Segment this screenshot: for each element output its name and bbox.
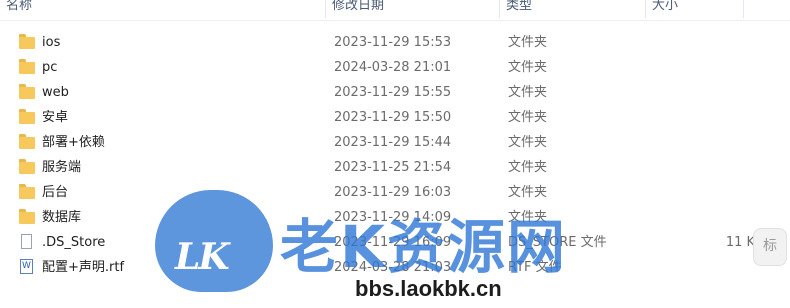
file-type: RTF 文件 <box>508 260 562 275</box>
file-icon <box>18 234 36 250</box>
file-row[interactable]: ios 2023-11-29 15:53 文件夹 <box>0 30 790 55</box>
folder-icon <box>18 209 36 225</box>
file-size <box>650 180 764 205</box>
file-type: DS_STORE 文件 <box>508 235 607 250</box>
folder-icon <box>18 134 36 150</box>
file-icon-cell <box>18 230 36 255</box>
file-name: .DS_Store <box>42 235 106 250</box>
file-modified-date: 2023-11-29 15:44 <box>334 135 452 150</box>
file-modified-date: 2023-11-25 21:54 <box>334 160 452 175</box>
file-type: 文件夹 <box>508 35 548 50</box>
file-name: ios <box>42 35 61 50</box>
file-modified-date: 2023-11-29 15:50 <box>334 110 452 125</box>
file-row[interactable]: 安卓 2023-11-29 15:50 文件夹 <box>0 105 790 130</box>
file-size <box>650 155 764 180</box>
rtf-document-icon <box>18 259 36 275</box>
file-type: 文件夹 <box>508 210 548 225</box>
file-modified-date: 2023-11-29 14:09 <box>334 210 452 225</box>
edge-button[interactable]: 标 <box>753 228 787 266</box>
folder-icon <box>18 34 36 50</box>
file-name: 后台 <box>42 185 69 200</box>
file-type: 文件夹 <box>508 185 548 200</box>
file-type: 文件夹 <box>508 110 548 125</box>
file-icon-cell <box>18 205 36 230</box>
folder-icon <box>18 184 36 200</box>
file-type: 文件夹 <box>508 60 548 75</box>
file-modified-date: 2023-11-29 16:03 <box>334 185 452 200</box>
column-header-size[interactable]: 大小 <box>646 0 744 18</box>
file-row[interactable]: .DS_Store 2023-11-29 16:09 DS_STORE 文件 11 K… <box>0 230 790 255</box>
column-header-name[interactable]: 名称 <box>0 0 326 18</box>
folder-icon <box>18 59 36 75</box>
file-name: 服务端 <box>42 160 82 175</box>
file-modified-date: 2023-11-29 15:55 <box>334 85 452 100</box>
folder-icon <box>18 109 36 125</box>
file-modified-date: 2023-11-29 16:09 <box>334 235 452 250</box>
file-list: ios 2023-11-29 15:53 文件夹 pc 2024-03-28 21:01… <box>0 30 790 280</box>
file-row[interactable]: 后台 2023-11-29 16:03 文件夹 <box>0 180 790 205</box>
file-size <box>650 255 764 280</box>
column-header-date[interactable]: 修改日期 <box>326 0 500 18</box>
file-row[interactable]: 数据库 2023-11-29 14:09 文件夹 <box>0 205 790 230</box>
file-name: 安卓 <box>42 110 69 125</box>
file-name: 部署+依赖 <box>42 135 105 150</box>
file-row[interactable]: pc 2024-03-28 21:01 文件夹 <box>0 55 790 80</box>
file-name: pc <box>42 60 58 75</box>
file-row[interactable]: 服务端 2023-11-25 21:54 文件夹 <box>0 155 790 180</box>
file-row[interactable]: 部署+依赖 2023-11-29 15:44 文件夹 <box>0 130 790 155</box>
file-icon-cell <box>18 30 36 55</box>
file-size <box>650 105 764 130</box>
file-icon-cell <box>18 55 36 80</box>
file-type: 文件夹 <box>508 135 548 150</box>
folder-icon <box>18 159 36 175</box>
file-size <box>650 205 764 230</box>
file-explorer: 名称 修改日期 类型 大小 ios 2023-11-29 15:53 文件夹 pc 20… <box>0 0 790 308</box>
file-modified-date: 2024-03-28 21:03 <box>334 260 452 275</box>
file-type: 文件夹 <box>508 85 548 100</box>
file-type: 文件夹 <box>508 160 548 175</box>
file-size <box>650 55 764 80</box>
file-icon-cell <box>18 80 36 105</box>
file-modified-date: 2023-11-29 15:53 <box>334 35 452 50</box>
file-name: web <box>42 85 69 100</box>
file-icon-cell <box>18 180 36 205</box>
file-icon-cell <box>18 155 36 180</box>
file-modified-date: 2024-03-28 21:01 <box>334 60 452 75</box>
file-icon-cell <box>18 130 36 155</box>
file-size <box>650 30 764 55</box>
file-name: 配置+声明.rtf <box>42 260 125 275</box>
file-icon-cell <box>18 105 36 130</box>
file-icon-cell <box>18 255 36 280</box>
file-row[interactable]: web 2023-11-29 15:55 文件夹 <box>0 80 790 105</box>
file-size: 11 KB <box>725 235 764 250</box>
file-size <box>650 130 764 155</box>
column-header-type[interactable]: 类型 <box>500 0 646 18</box>
file-row[interactable]: 配置+声明.rtf 2024-03-28 21:03 RTF 文件 <box>0 255 790 280</box>
file-size <box>650 80 764 105</box>
folder-icon <box>18 84 36 100</box>
column-header-bar: 名称 修改日期 类型 大小 <box>0 0 790 21</box>
file-name: 数据库 <box>42 210 82 225</box>
